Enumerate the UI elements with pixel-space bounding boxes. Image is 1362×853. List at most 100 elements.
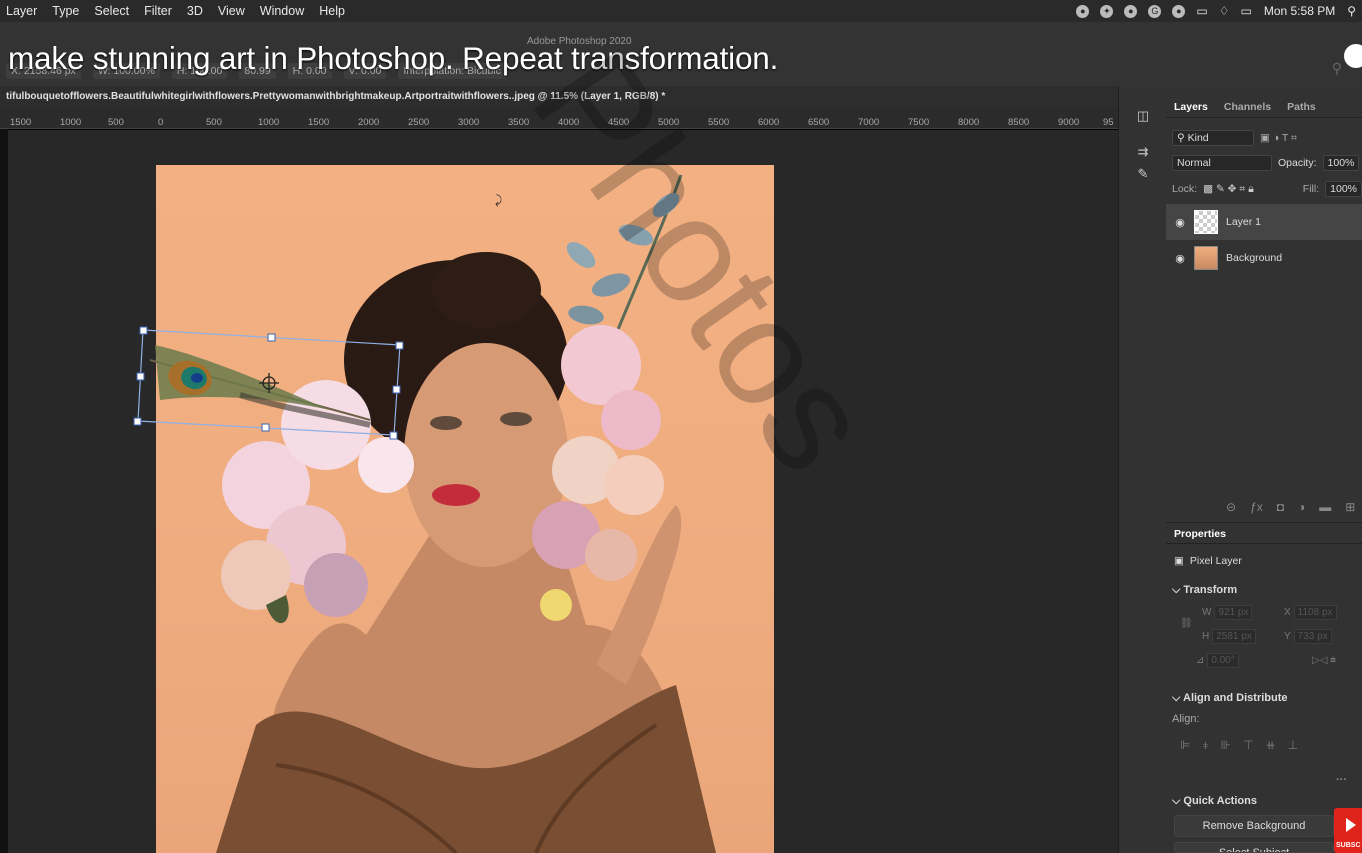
ruler-label: 1000: [60, 117, 82, 128]
adjustments-panel-icon[interactable]: ⇉: [1134, 144, 1152, 160]
align-left-icon[interactable]: ⊫: [1180, 738, 1190, 753]
panel-icon-strip: ◫ ⇉ ✎: [1118, 86, 1166, 853]
spotlight-search-icon[interactable]: ⚲: [1347, 4, 1356, 18]
angle-value[interactable]: 0.00°: [1207, 653, 1239, 668]
filter-icons[interactable]: ▣ ◑ T ⌗: [1260, 132, 1297, 145]
ruler-label: 6000: [758, 117, 780, 128]
lock-icons[interactable]: ▩ ✎ ✥ ⌗ 🔒︎: [1203, 183, 1254, 196]
layer-filter-row: ⚲ Kind ▣ ◑ T ⌗: [1172, 128, 1362, 148]
pixel-layer-label: Pixel Layer: [1189, 555, 1242, 567]
menu-item-window[interactable]: Window: [260, 4, 304, 18]
layer-name: Layer 1: [1226, 216, 1262, 228]
select-subject-button[interactable]: Select Subject: [1174, 842, 1334, 853]
transform-w[interactable]: W 921 px: [1202, 605, 1253, 620]
ruler-label: 8500: [1008, 117, 1030, 128]
more-icon[interactable]: ···: [1336, 774, 1347, 786]
mask-icon[interactable]: ◘: [1277, 500, 1284, 514]
share-button[interactable]: [1344, 44, 1362, 68]
video-caption: make stunning art in Photoshop. Repeat t…: [8, 40, 779, 76]
layer-thumbnail: [1194, 210, 1218, 234]
ruler-label: 9000: [1058, 117, 1080, 128]
mac-menu-bar: Layer Type Select Filter 3D View Window Help ● …: [0, 0, 1362, 22]
y-value[interactable]: 733 px: [1293, 629, 1332, 644]
ruler-label: 3000: [458, 117, 480, 128]
link-chain-icon[interactable]: ⛓: [1180, 618, 1193, 629]
tray-app-icon[interactable]: ●: [1172, 4, 1186, 18]
adjustment-icon[interactable]: ◑: [1298, 500, 1305, 514]
ruler-label: 3500: [508, 117, 530, 128]
tab-paths[interactable]: Paths: [1279, 96, 1324, 117]
transform-h[interactable]: H 2581 px: [1202, 629, 1256, 644]
horizontal-ruler[interactable]: 1500 1000 500 0 500 1000 1500 2000 2500 3000 3500 4…: [0, 107, 1118, 129]
tray-app-icon[interactable]: ●: [1076, 4, 1090, 18]
menu-item-3d[interactable]: 3D: [187, 4, 203, 18]
transform-x[interactable]: X 1108 px: [1284, 605, 1337, 620]
menu-item-select[interactable]: Select: [94, 4, 129, 18]
dropbox-icon[interactable]: ✦: [1100, 4, 1114, 18]
right-panels: Layers Channels Paths ⚲ Kind ▣ ◑ T ⌗ Norma…: [1166, 86, 1362, 853]
airplay-icon[interactable]: ▭: [1196, 4, 1207, 18]
tab-channels[interactable]: Channels: [1216, 96, 1279, 117]
visibility-eye-icon[interactable]: ◉: [1174, 252, 1186, 265]
ruler-label: 5500: [708, 117, 730, 128]
portrait-illustration: [216, 174, 716, 853]
fill-label: Fill:: [1302, 183, 1320, 195]
menu-item-filter[interactable]: Filter: [144, 4, 172, 18]
x-value[interactable]: 1108 px: [1293, 605, 1337, 620]
quick-actions-section[interactable]: ⌵ Quick Actions: [1172, 795, 1257, 808]
brush-settings-icon[interactable]: ✎: [1134, 166, 1152, 182]
transform-angle[interactable]: ⊿ 0.00°: [1196, 653, 1239, 668]
kind-filter[interactable]: ⚲ Kind: [1172, 130, 1254, 146]
align-center-icon[interactable]: ⧧: [1202, 738, 1208, 753]
tray-app-icon[interactable]: G: [1148, 4, 1162, 18]
align-label: Align:: [1172, 713, 1200, 725]
new-layer-icon[interactable]: ⊞: [1345, 500, 1355, 514]
align-top-icon[interactable]: ⊤: [1243, 738, 1253, 753]
ruler-label: 1000: [258, 117, 280, 128]
pixel-layer-row: ▣ Pixel Layer: [1174, 551, 1362, 571]
align-buttons: ⊫ ⧧ ⊪ ⊤ ⧺ ⊥: [1180, 738, 1298, 753]
h-value[interactable]: 2581 px: [1212, 629, 1256, 644]
align-bottom-icon[interactable]: ⊥: [1288, 738, 1298, 753]
kind-filter-label: Kind: [1187, 132, 1209, 144]
opacity-label: Opacity:: [1278, 157, 1317, 169]
quick-actions-label: Quick Actions: [1183, 795, 1257, 807]
menu-list: Layer Type Select Filter 3D View Window Help: [0, 4, 345, 18]
transform-y[interactable]: Y 733 px: [1284, 629, 1332, 644]
layers-footer-icons: ⊝ ƒx ◘ ◑ ▬ ⊞: [1226, 500, 1355, 514]
properties-header[interactable]: Properties: [1166, 522, 1362, 544]
tab-layers[interactable]: Layers: [1166, 96, 1216, 117]
ruler-label: 7500: [908, 117, 930, 128]
ruler-label: 4500: [608, 117, 630, 128]
document-tab[interactable]: tifulbouquetofflowers.Beautifulwhitegirl…: [0, 86, 1118, 107]
fill-value[interactable]: 100%: [1325, 181, 1362, 197]
history-panel-icon[interactable]: ◫: [1134, 108, 1152, 124]
menu-item-type[interactable]: Type: [52, 4, 79, 18]
menu-item-view[interactable]: View: [218, 4, 245, 18]
folder-icon[interactable]: ▬: [1319, 500, 1331, 514]
align-right-icon[interactable]: ⊪: [1221, 738, 1231, 753]
layer-row-layer1[interactable]: ◉ Layer 1: [1166, 204, 1362, 240]
align-section[interactable]: ⌵ Align and Distribute: [1172, 692, 1288, 705]
transform-label: Transform: [1183, 584, 1238, 596]
portrait-photo[interactable]: [156, 165, 774, 853]
layer-row-background[interactable]: ◉ Background: [1166, 240, 1362, 276]
tray-app-icon[interactable]: ●: [1124, 4, 1138, 18]
blend-mode-select[interactable]: Normal: [1172, 155, 1272, 171]
menu-clock[interactable]: Mon 5:58 PM: [1264, 4, 1335, 18]
flip-icons[interactable]: ▷◁ ⩧: [1312, 655, 1336, 666]
menu-item-layer[interactable]: Layer: [6, 4, 37, 18]
opacity-value[interactable]: 100%: [1322, 155, 1360, 171]
align-middle-icon[interactable]: ⧺: [1266, 738, 1276, 753]
link-icon[interactable]: ⊝: [1226, 500, 1236, 514]
menu-item-help[interactable]: Help: [319, 4, 345, 18]
layer-name: Background: [1226, 252, 1283, 264]
remove-background-button[interactable]: Remove Background: [1174, 815, 1334, 837]
search-icon[interactable]: ⚲: [1332, 60, 1342, 77]
transform-section[interactable]: ⌵ Transform: [1172, 584, 1237, 597]
visibility-eye-icon[interactable]: ◉: [1174, 216, 1186, 229]
w-value[interactable]: 921 px: [1214, 605, 1253, 620]
fx-icon[interactable]: ƒx: [1250, 500, 1263, 514]
wifi-icon[interactable]: ♢: [1219, 4, 1230, 18]
display-icon[interactable]: ▭: [1240, 4, 1251, 18]
